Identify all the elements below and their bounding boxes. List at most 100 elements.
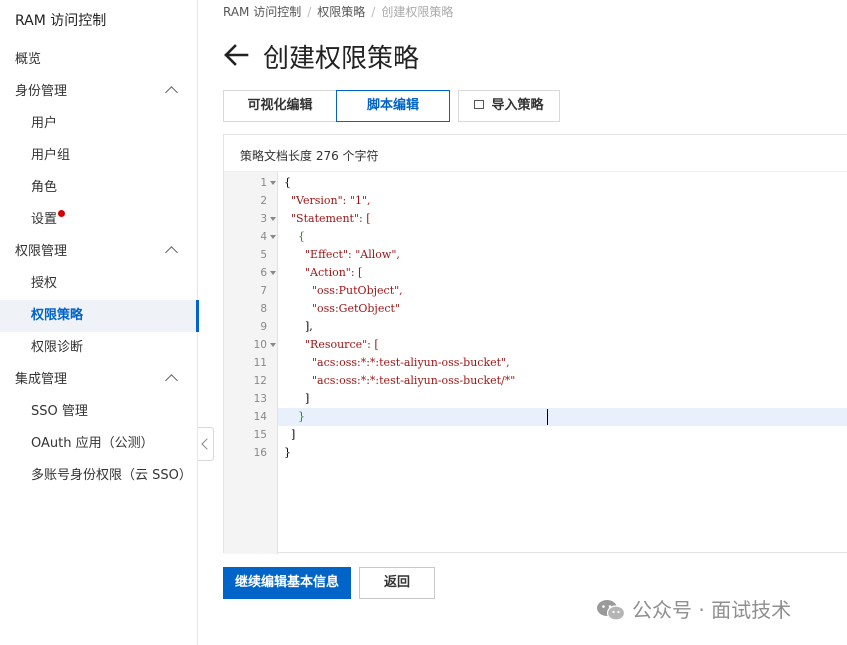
line-number: 7 bbox=[260, 285, 267, 297]
breadcrumb-link-policies[interactable]: 权限策略 bbox=[317, 5, 365, 19]
policy-editor-panel: 策略文档长度 276 个字符 1{ 2 "Version": "1", 3 "S… bbox=[223, 134, 847, 554]
sidebar-item-sso[interactable]: SSO 管理 bbox=[0, 396, 198, 428]
line-number: 8 bbox=[260, 303, 267, 315]
sidebar-item-label: OAuth 应用（公测） bbox=[31, 436, 154, 451]
fold-arrow-icon[interactable] bbox=[270, 271, 276, 275]
code-line: 15 ] bbox=[224, 426, 847, 444]
import-policy-button[interactable]: 导入策略 bbox=[458, 90, 560, 122]
sidebar-item-label: 设置 bbox=[31, 212, 58, 227]
code-text: "oss:GetObject" bbox=[284, 302, 400, 315]
sidebar-item-label: 多账号身份权限（云 SSO） bbox=[31, 468, 192, 483]
active-line-highlight bbox=[278, 408, 847, 426]
line-number: 11 bbox=[253, 357, 267, 369]
sidebar-item-label: 集成管理 bbox=[15, 372, 68, 387]
code-text: } bbox=[284, 446, 291, 459]
line-number: 9 bbox=[260, 321, 267, 333]
line-number: 10 bbox=[253, 339, 267, 351]
code-line-active: 14 } bbox=[224, 408, 847, 426]
code-line: 11 "acs:oss:*:*:test-aliyun-oss-bucket", bbox=[224, 354, 847, 372]
code-text: "Resource": [ bbox=[284, 338, 379, 351]
line-number: 3 bbox=[260, 213, 267, 225]
sidebar-item-oauth[interactable]: OAuth 应用（公测） bbox=[0, 428, 198, 460]
line-number: 14 bbox=[253, 411, 267, 423]
code-text: "Statement": [ bbox=[284, 212, 371, 225]
line-number: 13 bbox=[253, 393, 267, 405]
fold-arrow-icon[interactable] bbox=[270, 235, 276, 239]
tab-label: 导入策略 bbox=[491, 98, 544, 113]
sidebar-item-label: 权限诊断 bbox=[31, 340, 84, 355]
code-line: 5 "Effect": "Allow", bbox=[224, 246, 847, 264]
line-number: 5 bbox=[260, 249, 267, 261]
sidebar-item-label: 概览 bbox=[15, 52, 42, 67]
line-number: 1 bbox=[260, 177, 267, 189]
code-text: { bbox=[284, 176, 291, 189]
sidebar-item-roles[interactable]: 角色 bbox=[0, 172, 198, 204]
breadcrumb-current: 创建权限策略 bbox=[381, 5, 454, 19]
sidebar-item-label: 授权 bbox=[31, 276, 58, 291]
code-line: 2 "Version": "1", bbox=[224, 192, 847, 210]
sidebar-item-user-groups[interactable]: 用户组 bbox=[0, 140, 198, 172]
breadcrumb: RAM 访问控制 / 权限策略 / 创建权限策略 bbox=[223, 3, 453, 20]
sidebar-item-overview[interactable]: 概览 bbox=[0, 44, 198, 76]
sidebar-item-grants[interactable]: 授权 bbox=[0, 268, 198, 300]
code-line: 7 "oss:PutObject", bbox=[224, 282, 847, 300]
line-number: 15 bbox=[253, 429, 267, 441]
fold-arrow-icon[interactable] bbox=[270, 343, 276, 347]
sidebar-item-diagnosis[interactable]: 权限诊断 bbox=[0, 332, 198, 364]
sidebar-item-cloud-sso[interactable]: 多账号身份权限（云 SSO） bbox=[0, 460, 198, 492]
code-line: 9 ], bbox=[224, 318, 847, 336]
notification-dot-icon bbox=[58, 210, 66, 217]
breadcrumb-separator: / bbox=[371, 5, 376, 19]
breadcrumb-separator: / bbox=[307, 5, 312, 19]
sidebar-item-label: 身份管理 bbox=[15, 84, 68, 99]
sidebar-item-users[interactable]: 用户 bbox=[0, 108, 198, 140]
sidebar-collapse-chevron-left-icon[interactable] bbox=[198, 427, 214, 461]
code-editor[interactable]: 1{ 2 "Version": "1", 3 "Statement": [ 4 … bbox=[224, 171, 847, 554]
code-line: 8 "oss:GetObject" bbox=[224, 300, 847, 318]
breadcrumb-link-ram[interactable]: RAM 访问控制 bbox=[223, 5, 301, 19]
back-button[interactable]: 返回 bbox=[359, 567, 435, 599]
tab-visual-editor[interactable]: 可视化编辑 bbox=[223, 90, 337, 122]
page-title: 创建权限策略 bbox=[263, 44, 420, 74]
code-line: 10 "Resource": [ bbox=[224, 336, 847, 354]
chevron-up-icon[interactable] bbox=[165, 246, 178, 259]
import-icon bbox=[474, 100, 485, 109]
code-text: ] bbox=[284, 392, 310, 405]
fold-arrow-icon[interactable] bbox=[270, 217, 276, 221]
code-text: } bbox=[284, 410, 305, 423]
document-length-text: 策略文档长度 276 个字符 bbox=[240, 149, 379, 163]
code-text: "Version": "1", bbox=[284, 194, 371, 207]
chevron-up-icon[interactable] bbox=[165, 374, 178, 387]
sidebar-item-label: 权限策略 bbox=[31, 308, 84, 323]
sidebar-item-label: 权限管理 bbox=[15, 244, 68, 259]
sidebar-group-identity[interactable]: 身份管理 bbox=[0, 76, 198, 108]
code-text: "acs:oss:*:*:test-aliyun-oss-bucket", bbox=[284, 356, 510, 369]
code-text: { bbox=[284, 230, 305, 243]
code-line: 1{ bbox=[224, 174, 847, 192]
code-line: 13 ] bbox=[224, 390, 847, 408]
sidebar-title: RAM 访问控制 bbox=[15, 13, 107, 29]
code-line: 12 "acs:oss:*:*:test-aliyun-oss-bucket/*… bbox=[224, 372, 847, 390]
sidebar-item-label: 用户组 bbox=[31, 148, 71, 163]
line-number: 2 bbox=[260, 195, 267, 207]
code-line: 6 "Action": [ bbox=[224, 264, 847, 282]
sidebar-item-label: 用户 bbox=[31, 116, 58, 131]
line-number: 4 bbox=[260, 231, 267, 243]
sidebar-group-permissions[interactable]: 权限管理 bbox=[0, 236, 198, 268]
sidebar-item-settings[interactable]: 设置 bbox=[0, 204, 198, 236]
sidebar-group-integration[interactable]: 集成管理 bbox=[0, 364, 198, 396]
code-line: 4 { bbox=[224, 228, 847, 246]
sidebar-item-policies[interactable]: 权限策略 bbox=[0, 300, 199, 332]
code-text: "Effect": "Allow", bbox=[284, 248, 400, 261]
continue-edit-basic-info-button[interactable]: 继续编辑基本信息 bbox=[223, 567, 351, 599]
arrow-left-icon[interactable] bbox=[223, 42, 249, 68]
chevron-up-icon[interactable] bbox=[165, 86, 178, 99]
code-text: "oss:PutObject", bbox=[284, 284, 403, 297]
tab-script-editor[interactable]: 脚本编辑 bbox=[336, 90, 450, 122]
fold-arrow-icon[interactable] bbox=[270, 181, 276, 185]
code-text: "acs:oss:*:*:test-aliyun-oss-bucket/*" bbox=[284, 374, 516, 387]
code-text: "Action": [ bbox=[284, 266, 363, 279]
wechat-icon bbox=[597, 600, 626, 621]
text-cursor bbox=[547, 409, 548, 425]
code-text: ] bbox=[284, 428, 296, 441]
